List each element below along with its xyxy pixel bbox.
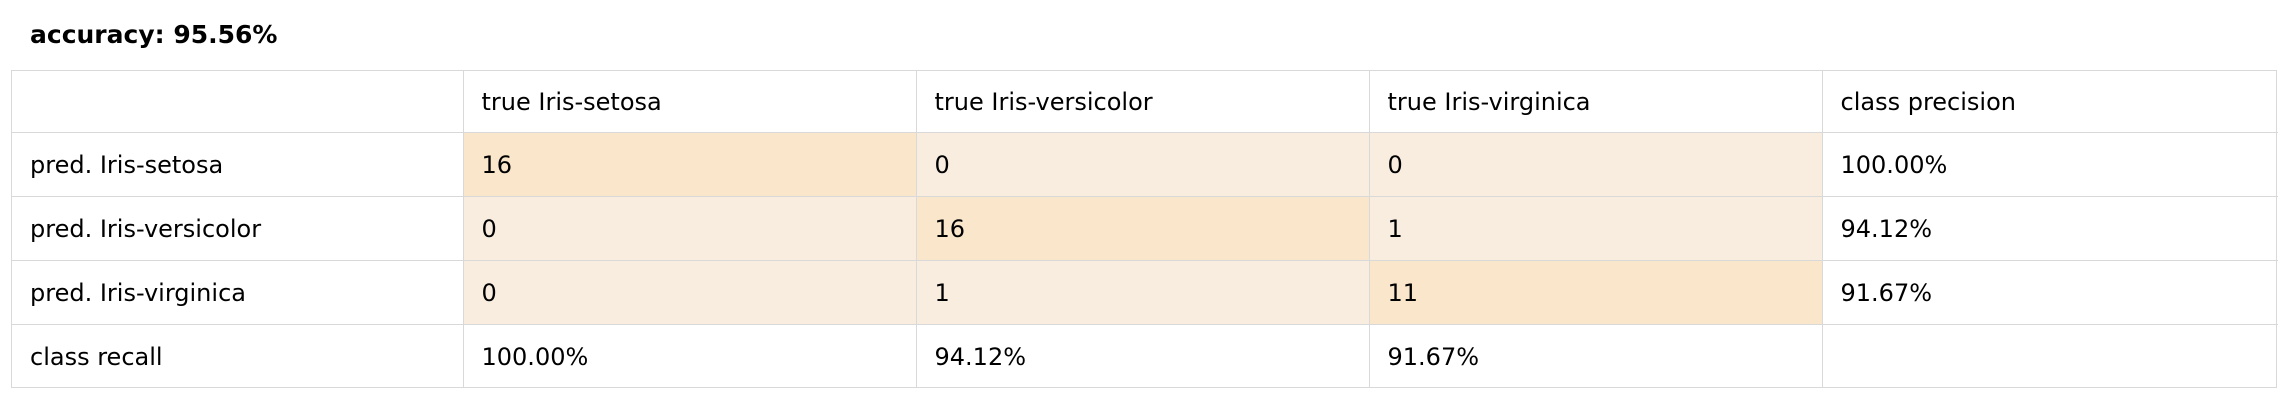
matrix-cell: 1 [1369, 196, 1823, 261]
row-label: pred. Iris-versicolor [12, 196, 464, 261]
recall-row: class recall 100.00% 94.12% 91.67% [12, 324, 2278, 389]
table-row: pred. Iris-versicolor 0 16 1 94.12% [12, 196, 2278, 261]
empty-cell [1822, 325, 2278, 389]
precision-cell: 100.00% [1822, 132, 2278, 197]
table-row: pred. Iris-virginica 0 1 11 91.67% [12, 260, 2278, 325]
confusion-matrix-table: true Iris-setosa true Iris-versicolor tr… [12, 71, 2278, 388]
matrix-cell: 0 [1369, 132, 1823, 197]
recall-cell: 94.12% [916, 324, 1370, 388]
matrix-cell: 0 [463, 260, 917, 325]
matrix-cell: 16 [463, 132, 917, 197]
confusion-matrix: true Iris-setosa true Iris-versicolor tr… [11, 70, 2278, 388]
column-header: true Iris-versicolor [916, 71, 1370, 133]
matrix-cell: 16 [916, 196, 1370, 261]
column-header: class precision [1822, 71, 2278, 133]
accuracy-summary: accuracy: 95.56% [30, 20, 278, 49]
recall-cell: 100.00% [463, 324, 917, 388]
row-label: pred. Iris-virginica [12, 260, 464, 325]
recall-cell: 91.67% [1369, 324, 1823, 388]
precision-cell: 94.12% [1822, 196, 2278, 261]
column-header: true Iris-virginica [1369, 71, 1823, 133]
row-label: class recall [12, 324, 464, 388]
precision-cell: 91.67% [1822, 260, 2278, 325]
matrix-cell: 1 [916, 260, 1370, 325]
matrix-cell: 0 [916, 132, 1370, 197]
row-label: pred. Iris-setosa [12, 132, 464, 197]
matrix-cell: 0 [463, 196, 917, 261]
column-header: true Iris-setosa [463, 71, 917, 133]
matrix-cell: 11 [1369, 260, 1823, 325]
corner-cell [12, 71, 464, 133]
header-row: true Iris-setosa true Iris-versicolor tr… [12, 71, 2278, 133]
table-row: pred. Iris-setosa 16 0 0 100.00% [12, 132, 2278, 197]
